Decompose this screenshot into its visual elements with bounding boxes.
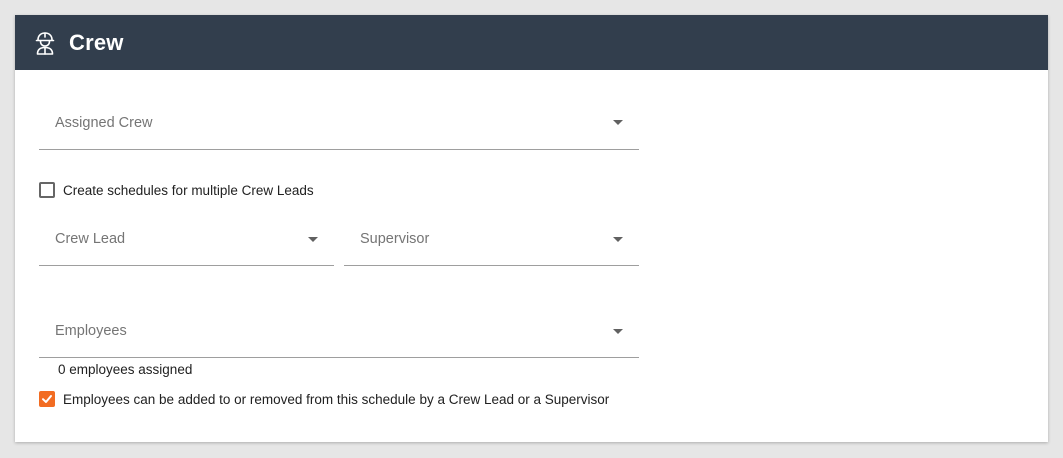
card-title: Crew <box>69 29 124 55</box>
chevron-down-icon <box>613 329 623 334</box>
multiple-crew-leads-checkbox-row[interactable]: Create schedules for multiple Crew Leads <box>39 182 314 198</box>
construction-worker-icon <box>34 31 56 55</box>
employees-placeholder: Employees <box>55 323 127 339</box>
multiple-crew-leads-label: Create schedules for multiple Crew Leads <box>63 182 314 198</box>
card-header: Crew <box>15 15 1048 70</box>
checkmark-icon <box>42 395 52 403</box>
assigned-crew-select[interactable]: Assigned Crew <box>39 95 639 150</box>
multiple-crew-leads-checkbox[interactable] <box>39 182 55 198</box>
crew-lead-select[interactable]: Crew Lead <box>39 220 334 266</box>
allow-edit-checkbox-row[interactable]: Employees can be added to or removed fro… <box>39 391 609 407</box>
supervisor-placeholder: Supervisor <box>360 231 430 247</box>
chevron-down-icon <box>308 237 318 242</box>
employees-count-text: 0 employees assigned <box>58 362 193 377</box>
supervisor-select[interactable]: Supervisor <box>344 220 639 266</box>
allow-edit-label: Employees can be added to or removed fro… <box>63 391 610 407</box>
employees-select[interactable]: Employees <box>39 305 639 358</box>
allow-edit-checkbox[interactable] <box>39 391 55 407</box>
crew-lead-placeholder: Crew Lead <box>55 231 126 247</box>
chevron-down-icon <box>613 237 623 242</box>
crew-card: Crew Assigned Crew Create schedules for … <box>15 15 1048 442</box>
assigned-crew-placeholder: Assigned Crew <box>55 115 153 131</box>
chevron-down-icon <box>613 120 623 125</box>
